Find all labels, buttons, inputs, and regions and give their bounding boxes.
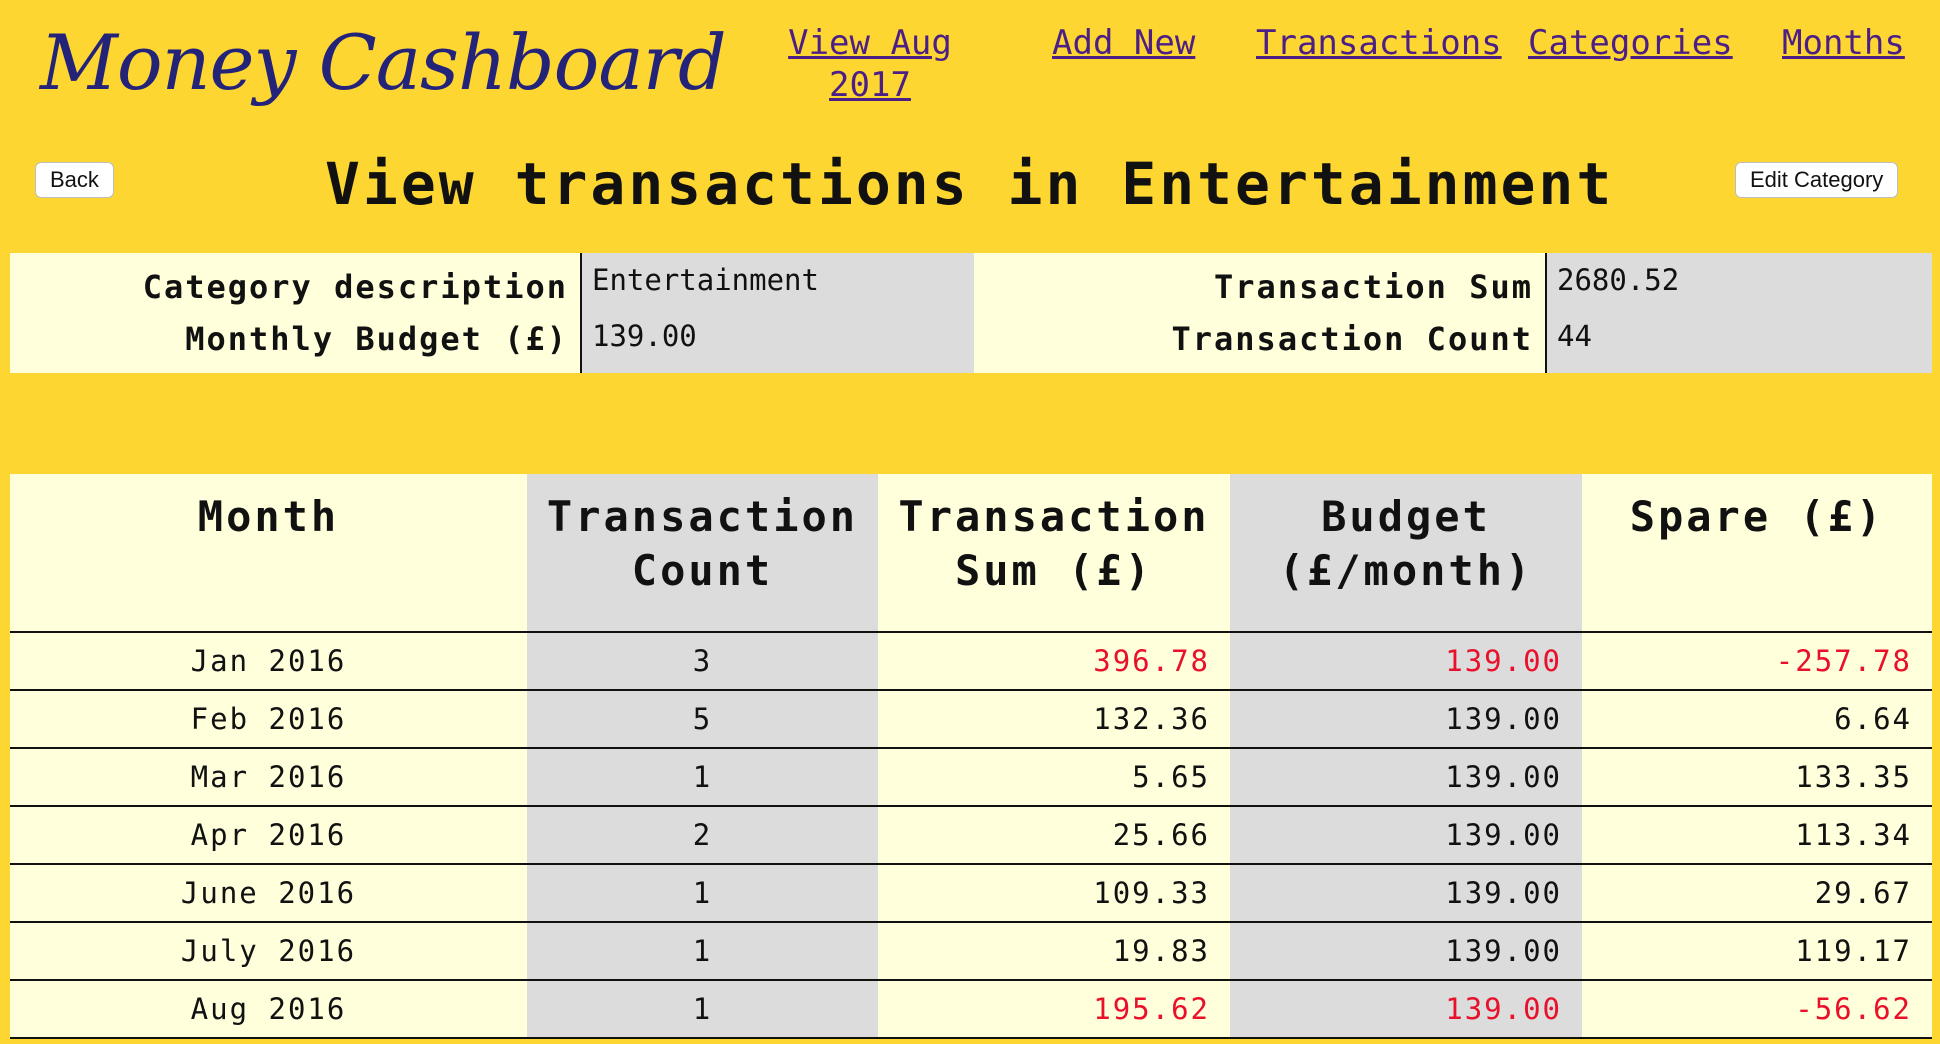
count-cell: 3 [527,632,878,691]
transaction-count-value: 44 [1557,319,1592,353]
sum-cell: 19.83 [878,922,1230,981]
app-logo[interactable]: Money Cashboard [40,18,727,107]
budget-cell: 139.00 [1230,632,1582,691]
count-cell: 2 [527,806,878,865]
table-row[interactable]: July 2016 1 19.83 139.00 119.17 [10,922,1932,981]
count-cell: 1 [527,922,878,981]
count-cell: 1 [527,980,878,1039]
table-row[interactable]: Mar 2016 1 5.65 139.00 133.35 [10,748,1932,807]
table-header-row: Month Transaction Count Transaction Sum … [10,474,1932,633]
spare-cell: 29.67 [1582,864,1932,923]
back-button[interactable]: Back [35,162,114,198]
transaction-sum-label: Transaction Sum [1214,268,1533,306]
monthly-transactions-table: Month Transaction Count Transaction Sum … [10,474,1932,1039]
sum-cell: 396.78 [878,632,1230,691]
budget-cell: 139.00 [1230,748,1582,807]
nav-months-link[interactable]: Months [1782,22,1905,64]
header-spare: Spare (£) [1582,474,1932,633]
summary-labels-left: Category description Monthly Budget (£) [10,253,582,373]
header-transaction-count: Transaction Count [527,474,878,633]
month-cell: July 2016 [10,922,527,981]
transaction-sum-value: 2680.52 [1557,263,1680,297]
category-description-value: Entertainment [592,263,819,297]
budget-cell: 139.00 [1230,806,1582,865]
month-cell: Feb 2016 [10,690,527,749]
sum-cell: 109.33 [878,864,1230,923]
count-cell: 1 [527,748,878,807]
month-cell: Apr 2016 [10,806,527,865]
sum-cell: 195.62 [878,980,1230,1039]
table-row[interactable]: Feb 2016 5 132.36 139.00 6.64 [10,690,1932,749]
month-cell: June 2016 [10,864,527,923]
month-cell: Aug 2016 [10,980,527,1039]
sum-cell: 25.66 [878,806,1230,865]
monthly-budget-value: 139.00 [592,319,697,353]
edit-category-button[interactable]: Edit Category [1735,162,1899,198]
header-budget: Budget (£/month) [1230,474,1582,633]
table-row[interactable]: Apr 2016 2 25.66 139.00 113.34 [10,806,1932,865]
spare-cell: 133.35 [1582,748,1932,807]
spare-cell: 6.64 [1582,690,1932,749]
sum-cell: 132.36 [878,690,1230,749]
header-month: Month [10,474,527,633]
month-cell: Mar 2016 [10,748,527,807]
summary-values-left: Entertainment 139.00 [582,253,974,373]
spare-cell: -257.78 [1582,632,1932,691]
nav-categories-link[interactable]: Categories [1528,22,1733,64]
budget-cell: 139.00 [1230,690,1582,749]
spare-cell: 119.17 [1582,922,1932,981]
category-summary: Category description Monthly Budget (£) … [10,253,1932,373]
nav-transactions-link[interactable]: Transactions [1256,22,1502,64]
budget-cell: 139.00 [1230,864,1582,923]
table-row[interactable]: June 2016 1 109.33 139.00 29.67 [10,864,1932,923]
category-description-label: Category description [142,268,568,306]
nav-view-month-link[interactable]: View Aug 2017 [780,22,960,106]
page-title: View transactions in Entertainment [325,150,1615,218]
sum-cell: 5.65 [878,748,1230,807]
budget-cell: 139.00 [1230,980,1582,1039]
spare-cell: -56.62 [1582,980,1932,1039]
summary-values-right: 2680.52 44 [1547,253,1932,373]
count-cell: 5 [527,690,878,749]
transaction-count-label: Transaction Count [1171,320,1533,358]
month-cell: Jan 2016 [10,632,527,691]
budget-cell: 139.00 [1230,922,1582,981]
spare-cell: 113.34 [1582,806,1932,865]
header-transaction-sum: Transaction Sum (£) [878,474,1230,633]
summary-labels-right: Transaction Sum Transaction Count [974,253,1547,373]
table-row[interactable]: Jan 2016 3 396.78 139.00 -257.78 [10,632,1932,691]
monthly-budget-label: Monthly Budget (£) [185,320,568,358]
table-row[interactable]: Aug 2016 1 195.62 139.00 -56.62 [10,980,1932,1039]
count-cell: 1 [527,864,878,923]
nav-add-new-link[interactable]: Add New [1052,22,1195,64]
